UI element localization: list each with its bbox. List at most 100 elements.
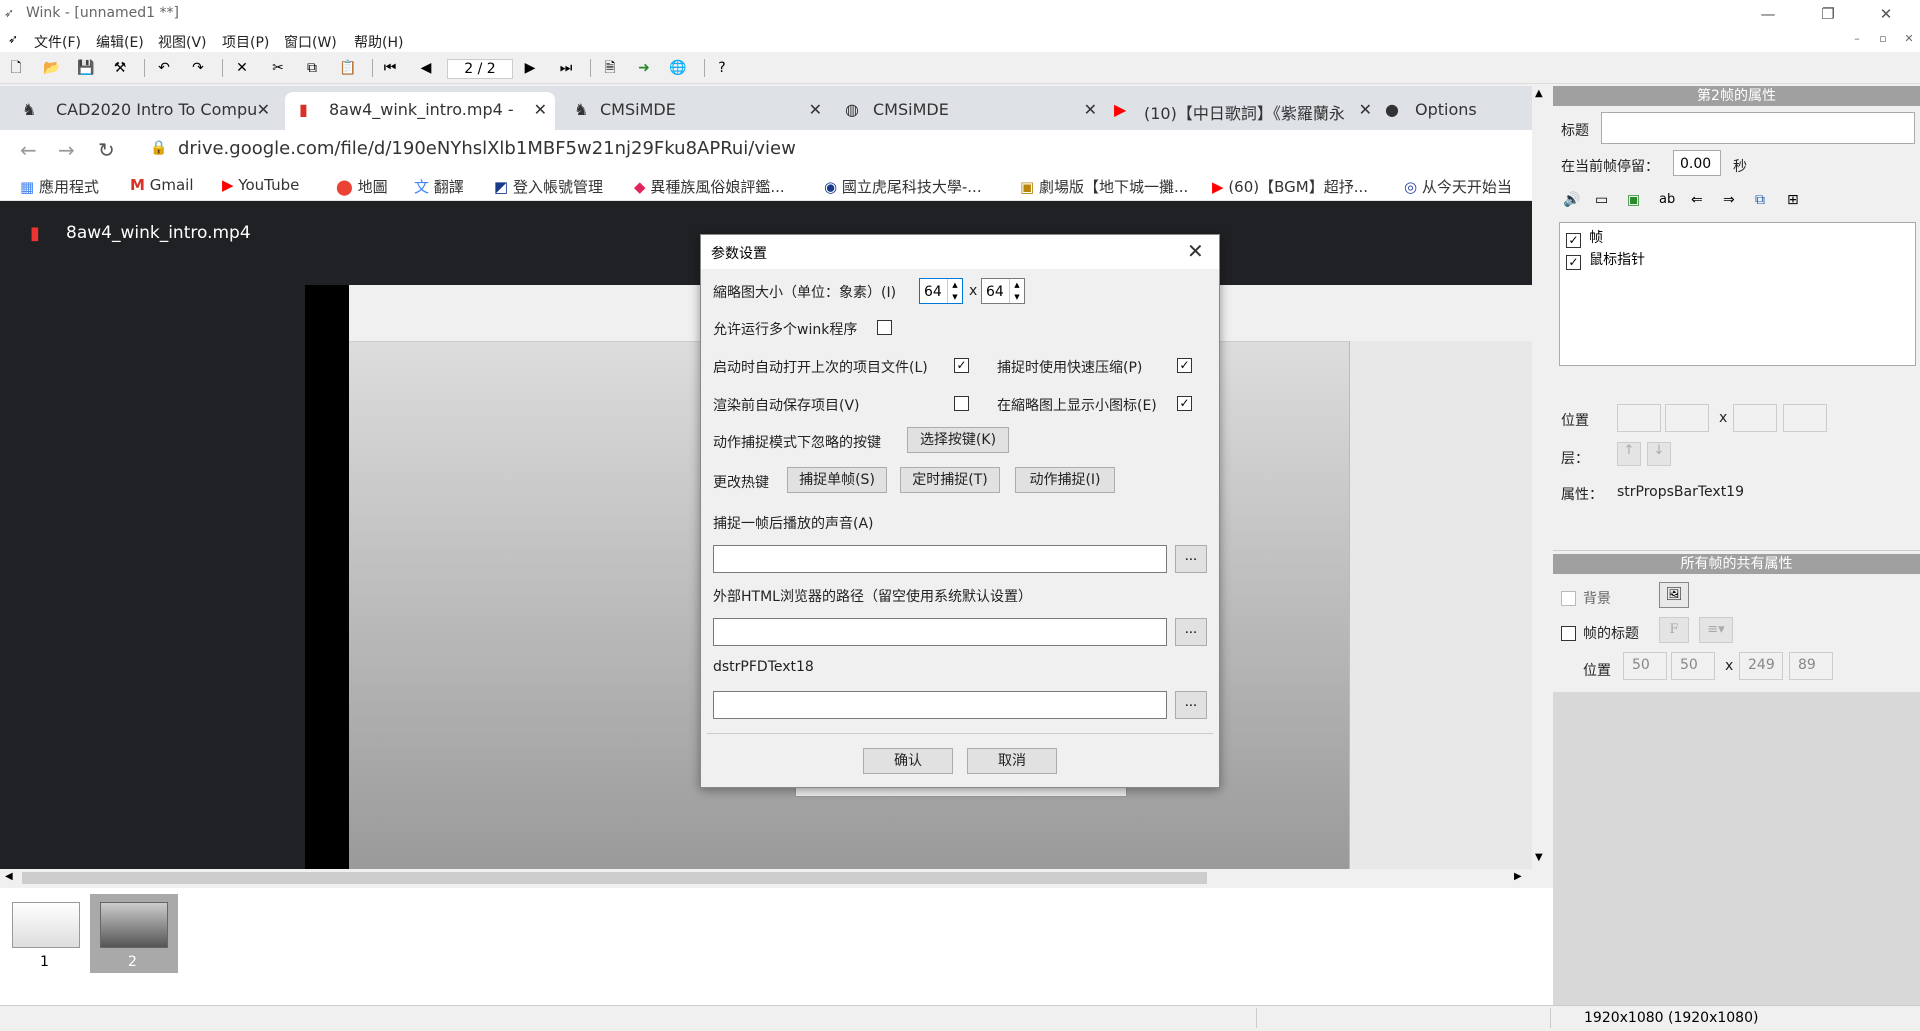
bookmark[interactable]: ◉ 國立虎尾科技大學-...	[824, 176, 982, 197]
link-button-icon[interactable]: ⧉	[1755, 192, 1765, 208]
frame-thumbnail-2-selected[interactable]: 2	[90, 894, 178, 973]
frame-title-input[interactable]	[1601, 112, 1915, 144]
thumb-width-spinner[interactable]: 64 ▲ ▼	[919, 278, 963, 304]
scroll-right-icon[interactable]: ▶	[1514, 871, 1522, 882]
vertical-scrollbar[interactable]: ▲ ▼	[1532, 86, 1549, 869]
bookmark[interactable]: ▶ YouTube	[222, 176, 299, 194]
capture-single-button[interactable]: 捕捉单帧(S)	[787, 467, 887, 493]
bookmark[interactable]: ◩ 登入帳號管理	[494, 176, 603, 197]
horizontal-scrollbar[interactable]: ◀ ▶	[0, 869, 1532, 887]
timed-capture-button[interactable]: 定时捕捉(T)	[900, 467, 1000, 493]
close-tab-icon[interactable]: ✕	[257, 100, 270, 119]
cut-icon[interactable]: ✂	[266, 57, 290, 79]
close-tab-icon[interactable]: ✕	[1359, 100, 1372, 119]
reopen-last-checkbox[interactable]: ✓	[954, 358, 969, 373]
open-icon[interactable]: 📂	[40, 57, 64, 79]
mdi-minimize-icon[interactable]: –	[1846, 32, 1868, 50]
menu-help[interactable]: 帮助(H)	[354, 32, 403, 52]
page-indicator[interactable]: 2 / 2	[447, 59, 513, 79]
fast-compress-checkbox[interactable]: ✓	[1177, 358, 1192, 373]
browser-browse-button[interactable]: ...	[1175, 618, 1207, 646]
frame-properties-icon[interactable]: 🗎	[598, 57, 622, 79]
layer-item-cursor[interactable]: ✓ 鼠标指针	[1566, 249, 1645, 270]
close-icon[interactable]: ✕	[1858, 0, 1914, 28]
browser-tab[interactable]: ♞ CAD2020 Intro To Compute ✕	[8, 92, 278, 130]
first-frame-icon[interactable]: ⏮	[378, 57, 402, 79]
scroll-left-icon[interactable]: ◀	[5, 871, 13, 882]
action-capture-button[interactable]: 动作捕捉(I)	[1015, 467, 1115, 493]
redo-icon[interactable]: ↷	[186, 57, 210, 79]
app-menu-icon[interactable]: ➶	[8, 32, 18, 46]
save-icon[interactable]: 💾	[74, 57, 98, 79]
bookmark[interactable]: ◎ 从今天开始当	[1404, 176, 1512, 197]
button-left-icon[interactable]: ⇐	[1691, 192, 1703, 208]
close-tab-icon[interactable]: ✕	[809, 100, 822, 119]
scroll-down-icon[interactable]: ▼	[1535, 852, 1543, 863]
sound-path-input[interactable]	[713, 545, 1167, 573]
browser-tab[interactable]: ♞ CMSiMDE ✕	[560, 92, 830, 130]
url-field[interactable]: drive.google.com/file/d/190eNYhslXlb1MBF…	[178, 138, 796, 159]
add-image-icon[interactable]: ▣	[1627, 192, 1640, 208]
menu-window[interactable]: 窗口(W)	[284, 32, 337, 52]
sound-browse-button[interactable]: ...	[1175, 545, 1207, 573]
spin-up-icon[interactable]: ▲	[947, 279, 962, 291]
layer-checkbox[interactable]: ✓	[1566, 255, 1581, 270]
thumb-icons-checkbox[interactable]: ✓	[1177, 396, 1192, 411]
select-keys-button[interactable]: 选择按键(K)	[907, 427, 1009, 453]
ok-button[interactable]: 确认	[863, 748, 953, 774]
undo-icon[interactable]: ↶	[152, 57, 176, 79]
forward-icon[interactable]: →	[58, 138, 75, 162]
frame-thumbnail-1[interactable]	[12, 902, 80, 948]
thumb-height-spinner[interactable]: 64 ▲ ▼	[981, 278, 1025, 304]
font-icon[interactable]: F	[1659, 617, 1689, 643]
multi-instance-checkbox[interactable]	[877, 320, 892, 335]
browser-tab-active[interactable]: ▮ 8aw4_wink_intro.mp4 - Goo ✕	[285, 92, 555, 130]
layer-item-frame[interactable]: ✓ 帧	[1566, 227, 1603, 248]
layer-up-icon[interactable]: ↑	[1617, 442, 1641, 466]
background-image-icon[interactable]: 🖼	[1659, 582, 1689, 608]
bookmark[interactable]: 文 翻譯	[414, 176, 464, 197]
button-right-icon[interactable]: ⇒	[1723, 192, 1735, 208]
menu-project[interactable]: 项目(P)	[222, 32, 269, 52]
background-checkbox[interactable]	[1561, 591, 1576, 606]
browser-tab[interactable]: ◍ CMSiMDE ✕	[835, 92, 1105, 130]
input-box-icon[interactable]: ab	[1659, 192, 1675, 207]
browser-tab[interactable]: ● Options	[1385, 92, 1532, 130]
stay-time-input[interactable]: 0.00	[1673, 150, 1721, 176]
bookmark[interactable]: ◆ 異種族風俗娘評鑑...	[634, 176, 785, 197]
help-icon[interactable]: ?	[710, 57, 734, 79]
shape-icon[interactable]: ⊞	[1787, 192, 1799, 208]
bookmark[interactable]: M Gmail	[130, 176, 193, 194]
menu-view[interactable]: 视图(V)	[158, 32, 207, 52]
last-frame-icon[interactable]: ⏭	[554, 57, 578, 79]
bookmark[interactable]: ▶ (60)【BGM】超抒...	[1212, 176, 1368, 197]
preview-icon[interactable]: 🌐	[666, 57, 690, 79]
layer-list[interactable]: ✓ 帧 ✓ 鼠标指针	[1559, 222, 1916, 366]
menu-file[interactable]: 文件(F)	[34, 32, 81, 52]
browser-path-input[interactable]	[713, 618, 1167, 646]
bookmark[interactable]: ⬤ 地圖	[336, 176, 388, 197]
text-box-icon[interactable]: ▭	[1595, 192, 1608, 208]
mdi-close-icon[interactable]: ✕	[1898, 32, 1920, 50]
autosave-checkbox[interactable]	[954, 396, 969, 411]
next-frame-icon[interactable]: ▶	[518, 57, 542, 79]
restore-icon[interactable]: ❐	[1800, 0, 1856, 28]
prev-frame-icon[interactable]: ◀	[414, 57, 438, 79]
paste-icon[interactable]: 📋	[336, 57, 360, 79]
close-tab-icon[interactable]: ✕	[1084, 100, 1097, 119]
layer-down-icon[interactable]: ↓	[1647, 442, 1671, 466]
bookmark[interactable]: ▦ 應用程式	[20, 176, 99, 197]
menu-edit[interactable]: 编辑(E)	[96, 32, 144, 52]
reload-icon[interactable]: ↻	[98, 138, 115, 162]
delete-icon[interactable]: ✕	[230, 57, 254, 79]
minimize-icon[interactable]: —	[1740, 0, 1796, 28]
scroll-thumb[interactable]	[22, 872, 1207, 884]
goto-icon[interactable]: ➜	[632, 57, 656, 79]
audio-icon[interactable]: 🔊	[1563, 192, 1580, 208]
close-tab-icon[interactable]: ✕	[534, 100, 547, 119]
render-icon[interactable]: ⚒	[108, 57, 132, 79]
spin-up-icon[interactable]: ▲	[1009, 279, 1024, 291]
bookmark[interactable]: ▣ 劇場版【地下城一攤...	[1020, 176, 1188, 197]
cancel-button[interactable]: 取消	[967, 748, 1057, 774]
dialog-close-icon[interactable]: ✕	[1187, 239, 1204, 263]
